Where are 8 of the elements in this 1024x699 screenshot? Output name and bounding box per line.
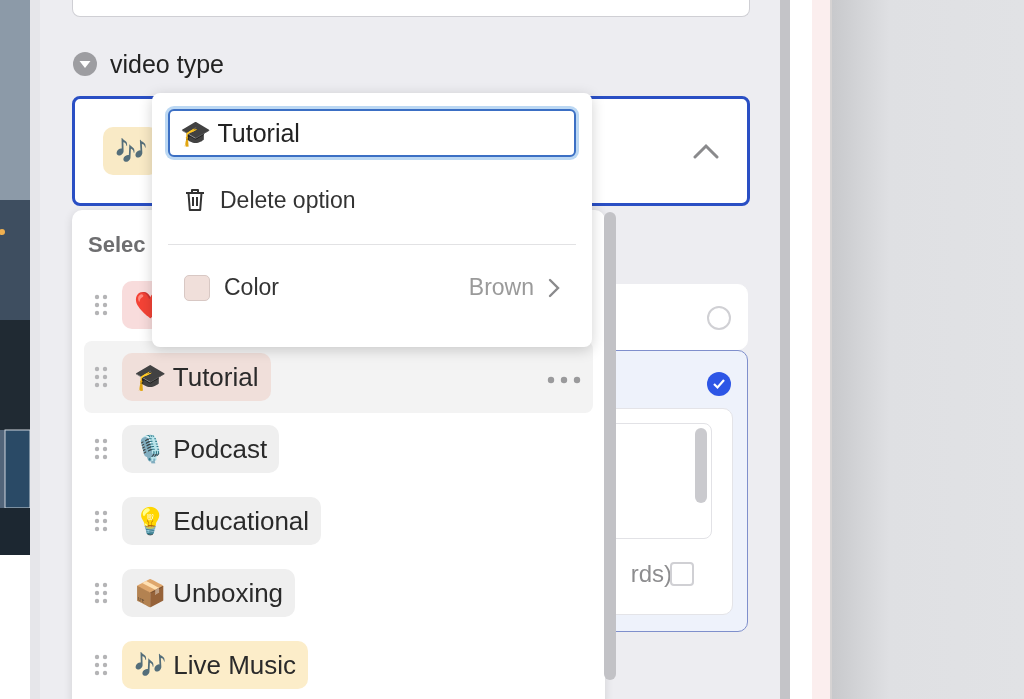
field-label: video type [110, 49, 224, 79]
dropdown-heading: Selec [88, 232, 147, 259]
option-tag: 💡 Educational [122, 497, 322, 545]
option-tag: 📦 Unboxing [122, 569, 296, 617]
option-tag: 🎙 Podcast [122, 425, 280, 473]
option-tag: 🎓 Tutorial [122, 353, 271, 401]
option-tag: 🎶 Live Music [122, 641, 309, 689]
checkbox-label: rds) [630, 560, 672, 588]
